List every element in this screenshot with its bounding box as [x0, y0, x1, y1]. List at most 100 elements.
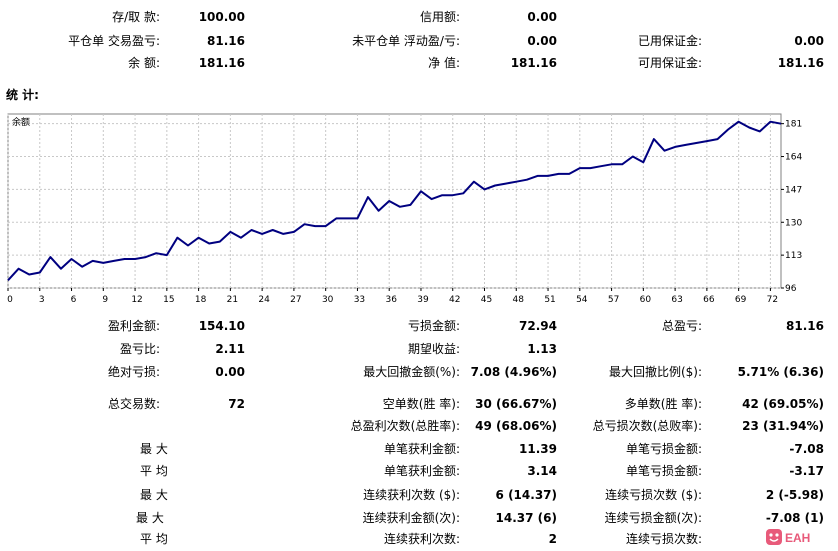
margin-value: 0.00	[794, 34, 824, 48]
x-tick-label: 54	[576, 295, 588, 305]
equity-value: 181.16	[510, 56, 557, 70]
loss-trades-label: 总亏损次数(总败率):	[592, 419, 702, 433]
balance-label: 余 额:	[128, 56, 160, 70]
largest-profit-label: 单笔获利金额:	[383, 442, 460, 456]
x-tick-label: 27	[290, 295, 301, 305]
profit-factor-value: 2.11	[215, 342, 245, 356]
floating-pl-value: 0.00	[527, 34, 557, 48]
profit-trades-label: 总盈利次数(总胜率):	[350, 419, 460, 433]
rel-dd-label: 最大回撤比例($):	[608, 365, 702, 379]
x-tick-label: 57	[608, 295, 619, 305]
profit-trades-value: 49 (68.06%)	[475, 419, 557, 433]
long-trades-label: 多单数(胜 率):	[624, 397, 702, 411]
watermark-logo: EAH	[766, 529, 810, 545]
gross-loss-value: 72.94	[519, 319, 557, 333]
avg-consec-losses-label: 连续亏损次数:	[625, 532, 702, 546]
expected-payoff-value: 1.13	[527, 342, 557, 356]
balance-chart: 0 3 6 9 12 15 18 21 24 27 30 33 36 39 42 45 48 51 54 57 60 63…	[7, 113, 802, 305]
max-consec-wins-value: 6 (14.37)	[495, 488, 557, 502]
avg-loss-label: 单笔亏损金额:	[625, 464, 702, 478]
x-tick-label: 24	[258, 295, 270, 305]
avg-consec-wins-value: 2	[548, 532, 557, 546]
row-average-label: 平 均	[140, 464, 168, 478]
chart-legend: 余额	[12, 116, 30, 128]
closed-pl-value: 81.16	[207, 34, 245, 48]
deposit-label: 存/取 款:	[112, 10, 160, 24]
largest-loss-value: -7.08	[789, 442, 824, 456]
total-net-label: 总盈亏:	[661, 319, 702, 333]
absolute-dd-value: 0.00	[215, 365, 245, 379]
avg-profit-label: 单笔获利金额:	[383, 464, 460, 478]
max-consec-losses-label: 连续亏损次数 ($):	[605, 488, 702, 502]
deposit-value: 100.00	[198, 10, 245, 24]
max-dd-value: 7.08 (4.96%)	[470, 365, 557, 379]
max-consec-wins-label: 连续获利次数 ($):	[363, 488, 460, 502]
stats-heading: 统 计:	[6, 88, 39, 102]
x-tick-label: 6	[71, 295, 77, 305]
x-tick-label: 60	[640, 295, 652, 305]
x-tick-label: 51	[544, 295, 555, 305]
x-tick-label: 15	[163, 295, 174, 305]
credit-value: 0.00	[527, 10, 557, 24]
y-tick-label: 147	[785, 185, 802, 195]
row-avg-consec-label: 平 均	[140, 532, 168, 546]
loss-trades-value: 23 (31.94%)	[742, 419, 824, 433]
largest-profit-value: 11.39	[519, 442, 557, 456]
closed-pl-label: 平仓单 交易盈亏:	[68, 34, 160, 48]
max-dd-label: 最大回撤金额(%):	[363, 365, 460, 379]
absolute-dd-label: 绝对亏损:	[107, 365, 160, 379]
margin-label: 已用保证金:	[637, 34, 702, 48]
x-tick-label: 30	[322, 295, 334, 305]
plot-area	[7, 113, 782, 289]
short-trades-label: 空单数(胜 率):	[382, 397, 460, 411]
row-max-consec-label: 最 大	[140, 488, 168, 502]
gross-loss-label: 亏损金额:	[407, 319, 460, 333]
gross-profit-label: 盈利金额:	[107, 319, 160, 333]
balance-value: 181.16	[198, 56, 245, 70]
max-consec-loss-value: -7.08 (1)	[765, 511, 824, 525]
x-tick-label: 63	[671, 295, 682, 305]
x-tick-label: 3	[39, 295, 45, 305]
x-tick-label: 12	[131, 295, 142, 305]
credit-label: 信用额:	[419, 10, 460, 24]
total-trades-label: 总交易数:	[107, 397, 160, 411]
profit-factor-label: 盈亏比:	[119, 342, 160, 356]
y-tick-label: 164	[785, 153, 802, 163]
max-consec-profit-value: 14.37 (6)	[495, 511, 557, 525]
y-tick-label: 181	[785, 120, 802, 130]
y-tick-label: 113	[785, 251, 802, 261]
y-tick-label: 96	[785, 284, 797, 294]
max-consec-losses-value: 2 (-5.98)	[765, 488, 824, 502]
x-tick-label: 9	[102, 295, 108, 305]
row-max-consec-amount-label: 最 大	[136, 511, 164, 525]
avg-profit-value: 3.14	[527, 464, 557, 478]
floating-pl-label: 未平仓单 浮动盈/亏:	[352, 34, 460, 48]
x-tick-label: 36	[385, 295, 397, 305]
x-tick-label: 48	[513, 295, 525, 305]
equity-label: 净 值:	[428, 56, 460, 70]
short-trades-value: 30 (66.67%)	[475, 397, 557, 411]
avg-loss-value: -3.17	[789, 464, 824, 478]
x-tick-label: 66	[703, 295, 715, 305]
total-trades-value: 72	[228, 397, 245, 411]
x-tick-label: 0	[7, 295, 13, 305]
total-net-value: 81.16	[786, 319, 824, 333]
x-tick-label: 33	[354, 295, 365, 305]
max-consec-loss-label: 连续亏损金额(次):	[604, 511, 702, 525]
expected-payoff-label: 期望收益:	[407, 342, 460, 356]
long-trades-value: 42 (69.05%)	[742, 397, 824, 411]
x-tick-label: 21	[227, 295, 238, 305]
x-tick-label: 72	[767, 295, 778, 305]
watermark-text: EAH	[785, 531, 810, 545]
avg-consec-wins-label: 连续获利次数:	[383, 532, 460, 546]
rel-dd-value: 5.71% (6.36)	[737, 365, 824, 379]
free-margin-label: 可用保证金:	[637, 56, 702, 70]
watermark-logo-mark	[766, 529, 782, 545]
y-tick-label: 130	[785, 218, 802, 228]
x-tick-label: 45	[481, 295, 492, 305]
largest-loss-label: 单笔亏损金额:	[625, 442, 702, 456]
x-tick-label: 39	[417, 295, 429, 305]
gross-profit-value: 154.10	[198, 319, 245, 333]
x-tick-label: 42	[449, 295, 460, 305]
x-tick-label: 18	[195, 295, 207, 305]
